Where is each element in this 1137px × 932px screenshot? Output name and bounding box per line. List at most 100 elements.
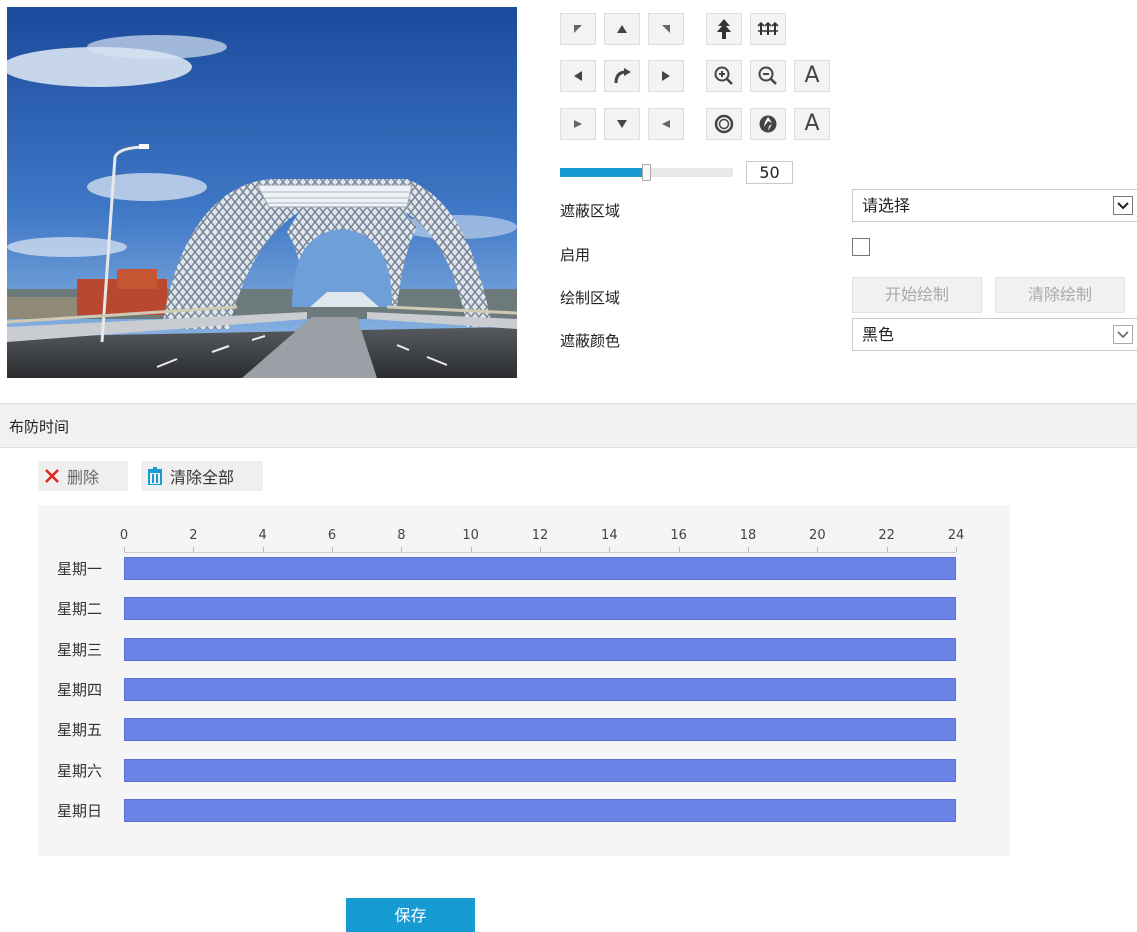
hour-tick-label: 16 [670,528,687,543]
hour-tick-mark [124,547,125,552]
enable-label: 启用 [560,246,591,264]
hour-tick-mark [401,547,403,552]
hour-tick-label: 22 [878,528,895,543]
day-label: 星期六 [57,761,103,780]
hour-tick-label: 6 [327,528,337,543]
hour-tick-label: 20 [809,528,826,543]
auto-iris-button[interactable]: A [794,108,830,140]
pan-right-icon [661,70,671,82]
mask-color-select[interactable]: 黑色 [852,318,1137,351]
auto-scan-button[interactable] [604,60,640,92]
focus-near-button[interactable] [706,13,742,45]
mask-region-select-value: 请选择 [862,196,911,215]
speed-slider-handle[interactable] [642,164,651,181]
day-label: 星期四 [57,680,103,699]
zoom-in-button[interactable] [706,60,742,92]
schedule-bar[interactable] [124,718,956,742]
hour-tick-mark [817,547,819,552]
day-label: 星期日 [57,801,103,820]
mask-color-label: 遮蔽颜色 [560,332,621,350]
speed-slider-fill [560,168,646,177]
pan-up-left-button[interactable] [560,13,596,45]
clear-all-button-label: 清除全部 [170,468,235,487]
auto-iris-letter: A [804,111,820,136]
pan-left-button[interactable] [560,60,596,92]
chevron-down-icon[interactable] [1113,196,1133,215]
pan-down-left-icon [572,118,584,130]
iris-open-button[interactable] [706,108,742,140]
auto-scan-icon [612,67,632,85]
hour-tick-mark [262,547,264,552]
hour-tick-label: 4 [258,528,267,543]
hour-tick-mark [609,547,611,552]
camera-preview[interactable] [7,7,517,378]
bridge-scene-image [7,7,517,378]
speed-value-field[interactable]: 50 [746,161,793,184]
iris-open-icon [714,114,734,134]
pan-right-button[interactable] [648,60,684,92]
schedule-bar[interactable] [124,597,956,621]
schedule-bar[interactable] [124,557,956,580]
hour-tick-label: 0 [119,528,129,543]
zoom-in-icon [714,66,734,86]
day-label: 星期二 [57,600,103,619]
day-label: 星期三 [57,640,103,659]
hour-tick-label: 10 [462,528,479,543]
delete-button[interactable]: 删除 [38,461,128,491]
start-draw-button[interactable]: 开始绘制 [852,277,982,313]
pan-up-right-button[interactable] [648,13,684,45]
schedule-bar[interactable] [124,637,956,661]
clear-all-button[interactable]: 清除全部 [141,461,263,491]
pan-up-button[interactable] [604,13,640,45]
hour-tick-label: 8 [397,528,406,543]
hour-tick-label: 2 [189,528,198,543]
save-button[interactable]: 保存 [346,898,475,932]
trash-icon [147,467,163,485]
hour-tick-mark [193,547,195,552]
hour-tick-mark [748,547,749,552]
auto-zoom-button[interactable]: A [794,60,830,92]
pan-down-button[interactable] [604,108,640,140]
mask-region-label: 遮蔽区域 [560,202,621,220]
pan-up-right-icon [660,23,672,35]
pan-down-right-button[interactable] [648,108,684,140]
schedule-section-header: 布防时间 [0,403,1137,448]
time-axis [124,552,956,553]
pan-up-icon [616,24,628,34]
schedule-bar[interactable] [124,677,956,701]
pan-left-icon [573,70,583,82]
focus-near-icon [715,18,733,40]
zoom-out-button[interactable] [750,60,786,92]
speed-slider[interactable] [560,164,733,181]
hour-tick-mark [956,547,957,552]
pan-down-icon [616,119,628,129]
day-label: 星期五 [57,721,103,740]
iris-close-icon [758,114,778,134]
hour-tick-mark [678,547,680,552]
auto-zoom-letter: A [804,63,820,88]
close-icon [44,468,60,484]
hour-tick-mark [332,547,333,552]
schedule-title: 布防时间 [9,418,70,436]
day-label: 星期一 [57,560,103,578]
clear-draw-button[interactable]: 清除绘制 [995,277,1125,313]
hour-tick-mark [886,547,888,552]
focus-far-button[interactable] [750,13,786,45]
focus-far-icon [757,22,779,36]
hour-tick-mark [470,547,472,552]
delete-button-label: 删除 [67,468,100,487]
hour-tick-label: 12 [531,528,549,543]
pan-down-right-icon [660,118,672,130]
schedule-bar[interactable] [124,798,956,822]
hour-tick-label: 18 [739,528,757,543]
mask-region-select[interactable]: 请选择 [852,189,1137,222]
iris-close-button[interactable] [750,108,786,140]
draw-region-label: 绘制区域 [560,289,621,307]
zoom-out-icon [758,66,778,86]
pan-up-left-icon [572,23,584,35]
pan-down-left-button[interactable] [560,108,596,140]
chevron-down-icon[interactable] [1113,325,1133,344]
enable-checkbox[interactable] [852,238,870,256]
schedule-bar[interactable] [124,758,956,782]
hour-tick-label: 14 [601,528,618,543]
